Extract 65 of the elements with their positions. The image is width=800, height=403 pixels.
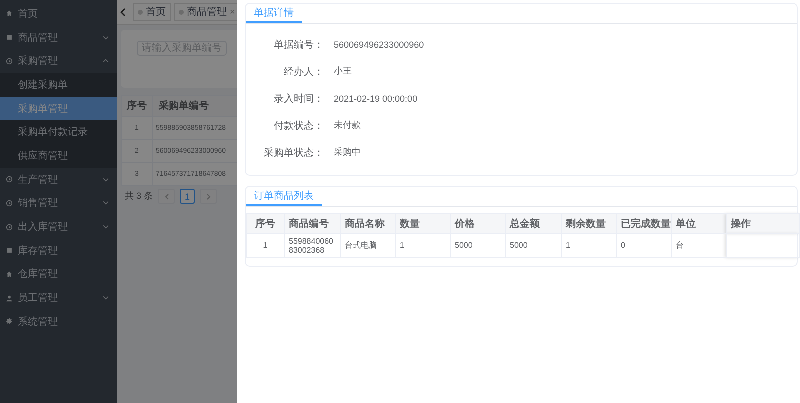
grid-icon: [6, 247, 13, 254]
field-label: 付款状态：: [273, 120, 324, 134]
page-tab[interactable]: 首页: [133, 3, 171, 21]
column-header: 商品名称: [340, 214, 396, 234]
menu-item[interactable]: 首页: [0, 2, 117, 26]
column-header: 总金额: [506, 214, 562, 234]
field-label: 经办人：: [283, 66, 324, 80]
column-header: 单位: [672, 214, 726, 234]
table-cell: 台式电脑: [340, 234, 396, 258]
menu-item[interactable]: 员工管理: [0, 286, 117, 310]
field-value: 560069496233000960: [334, 38, 426, 52]
table-cell: 1: [246, 234, 284, 258]
menu-item[interactable]: 库存管理: [0, 238, 117, 263]
column-header: 商品编号: [284, 214, 340, 234]
field-value: 小王: [334, 65, 353, 78]
table-cell: 台: [672, 234, 726, 258]
back-icon[interactable]: [120, 8, 126, 16]
page-button[interactable]: 1: [180, 189, 196, 204]
column-header: 剩余数量: [562, 214, 616, 234]
total-count: 共 3 条: [125, 190, 154, 203]
table-cell: 1: [396, 234, 450, 258]
table-cell: 559884006083002368: [284, 234, 340, 258]
chevron-left-icon: [164, 194, 169, 200]
home-icon: [6, 10, 13, 18]
menu-item[interactable]: 系统管理: [0, 310, 117, 334]
menu-item[interactable]: 采购管理: [0, 49, 117, 74]
column-header: 数量: [396, 214, 450, 234]
prev-page-button[interactable]: [158, 189, 176, 204]
menu-item[interactable]: 销售管理: [0, 192, 117, 216]
table-cell: 5000: [450, 234, 506, 258]
submenu-item[interactable]: 创建采购单: [0, 73, 117, 97]
submenu-item[interactable]: 采购单管理: [0, 96, 117, 120]
close-tab-icon[interactable]: ×: [230, 7, 236, 17]
menu-item[interactable]: 仓库管理: [0, 262, 117, 286]
chevron-right-icon: [206, 194, 211, 200]
menu-item[interactable]: 出入库管理: [0, 215, 117, 239]
user-icon: [6, 294, 13, 302]
column-header: 序号: [122, 96, 152, 116]
column-header: 价格: [450, 214, 506, 234]
field-value: 采购中: [334, 146, 362, 159]
field-label: 单据编号：: [273, 38, 324, 52]
menu-item[interactable]: 商品管理: [0, 26, 117, 50]
next-page-button[interactable]: [200, 189, 218, 204]
field-value: 2021-02-19 00:00:00: [334, 92, 419, 106]
clock-icon: [6, 224, 13, 231]
settings-icon: [6, 318, 13, 326]
grid-icon: [6, 34, 13, 42]
table-cell: 1: [562, 234, 616, 258]
card-tab[interactable]: 订单商品列表: [246, 187, 322, 206]
clock-icon: [6, 176, 13, 184]
table-cell: 0: [616, 234, 672, 258]
clock-icon: [6, 58, 13, 65]
menu-item[interactable]: 生产管理: [0, 168, 117, 192]
field-value: 未付款: [334, 119, 362, 132]
table-cell: 5000: [506, 234, 562, 258]
column-header: 已完成数量: [616, 214, 672, 234]
column-header: 操作: [726, 214, 800, 234]
field-label: 采购单状态：: [263, 146, 324, 160]
clock-icon: [6, 200, 13, 207]
submenu-item[interactable]: 采购单付款记录: [0, 120, 117, 144]
card-tab[interactable]: 单据详情: [246, 4, 302, 23]
home-icon: [6, 270, 13, 278]
submenu-item[interactable]: 供应商管理: [0, 144, 117, 168]
field-label: 录入时间：: [273, 92, 324, 106]
column-header: 序号: [246, 214, 284, 234]
